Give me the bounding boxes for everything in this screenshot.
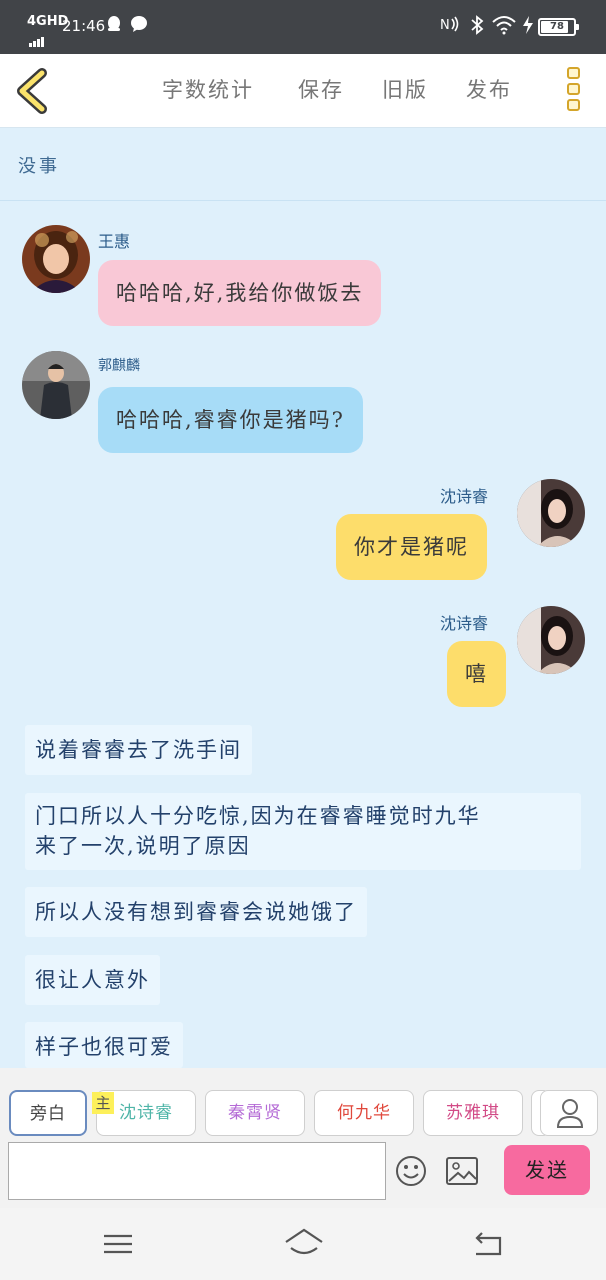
emoji-icon [396, 1156, 426, 1186]
system-nav-bar [0, 1208, 606, 1280]
character-bar: 旁白 沈诗睿 秦霄贤 何九华 苏雅琪 [0, 1068, 606, 1142]
narration-block[interactable]: 所以人没有想到睿睿会说她饿了 [25, 887, 367, 937]
message-input[interactable] [8, 1142, 386, 1200]
more-dot-icon [566, 99, 580, 111]
charging-icon [522, 15, 534, 40]
story-title[interactable]: 没事 [18, 152, 60, 178]
more-dot-icon [566, 83, 580, 95]
character-chip[interactable]: 秦霄贤 [205, 1090, 305, 1136]
avatar[interactable] [22, 351, 90, 419]
message-bubble[interactable]: 哈哈哈,睿睿你是猪吗? [98, 387, 363, 453]
battery-percent: 78 [550, 21, 564, 32]
user-icon [556, 1099, 584, 1128]
home-nav-button[interactable] [283, 1226, 325, 1262]
chevron-left-icon [17, 68, 47, 114]
speaker-name: 王惠 [98, 232, 131, 251]
more-dot-icon [566, 67, 580, 79]
speaker-name: 郭麒麟 [98, 358, 140, 374]
svg-text:N: N [440, 18, 450, 33]
qq-icon [106, 15, 122, 38]
narration-block[interactable]: 说着睿睿去了洗手间 [25, 725, 252, 775]
nfc-icon: N [440, 15, 460, 38]
avatar[interactable] [517, 606, 585, 674]
character-chip[interactable]: 苏雅琪 [423, 1090, 523, 1136]
bluetooth-icon [470, 15, 484, 40]
speaker-name: 沈诗睿 [440, 487, 489, 506]
input-bar: 发送 [0, 1142, 606, 1208]
message-icon [130, 15, 148, 38]
emoji-button[interactable] [394, 1154, 428, 1188]
back-button[interactable] [14, 68, 54, 114]
message-bubble[interactable]: 嘻 [447, 641, 506, 707]
status-bar: 4GHD 21:46 N 78 [0, 0, 606, 54]
send-button[interactable]: 发送 [504, 1145, 590, 1195]
image-icon [446, 1157, 478, 1185]
clock: 21:46 [62, 17, 106, 35]
back-nav-button[interactable] [470, 1226, 506, 1262]
more-menu-button[interactable] [562, 67, 584, 117]
message-bubble[interactable]: 哈哈哈,好,我给你做饭去 [98, 260, 382, 326]
menu-nav-button[interactable] [100, 1226, 136, 1262]
word-count-button[interactable]: 字数统计 [162, 74, 254, 104]
speaker-name: 沈诗睿 [440, 614, 489, 633]
save-button[interactable]: 保存 [298, 74, 344, 104]
signal-icon [29, 28, 45, 47]
image-button[interactable] [445, 1156, 479, 1186]
narrator-chip[interactable]: 旁白 [9, 1090, 87, 1136]
return-icon [475, 1232, 502, 1256]
avatar[interactable] [22, 225, 90, 293]
narration-block[interactable]: 门口所以人十分吃惊,因为在睿睿睡觉时九华 来了一次,说明了原因 [25, 793, 581, 870]
character-chip[interactable]: 何九华 [314, 1090, 414, 1136]
main-character-badge: 主 [92, 1092, 114, 1114]
publish-button[interactable]: 发布 [466, 74, 512, 104]
message-bubble[interactable]: 你才是猪呢 [336, 514, 487, 580]
narration-block[interactable]: 样子也很可爱 [25, 1022, 183, 1068]
narration-block[interactable]: 很让人意外 [25, 955, 160, 1005]
battery-icon: 78 [538, 18, 579, 36]
menu-icon [104, 1234, 132, 1254]
narration-line: 门口所以人十分吃惊,因为在睿睿睡觉时九华 [35, 804, 481, 828]
toolbar: 字数统计 保存 旧版 发布 [0, 54, 606, 128]
home-icon [285, 1228, 323, 1255]
narration-line: 来了一次,说明了原因 [35, 834, 251, 858]
wifi-icon [492, 15, 516, 40]
add-character-button[interactable] [540, 1090, 598, 1136]
old-version-button[interactable]: 旧版 [382, 74, 428, 104]
title-divider [0, 200, 606, 201]
avatar[interactable] [517, 479, 585, 547]
